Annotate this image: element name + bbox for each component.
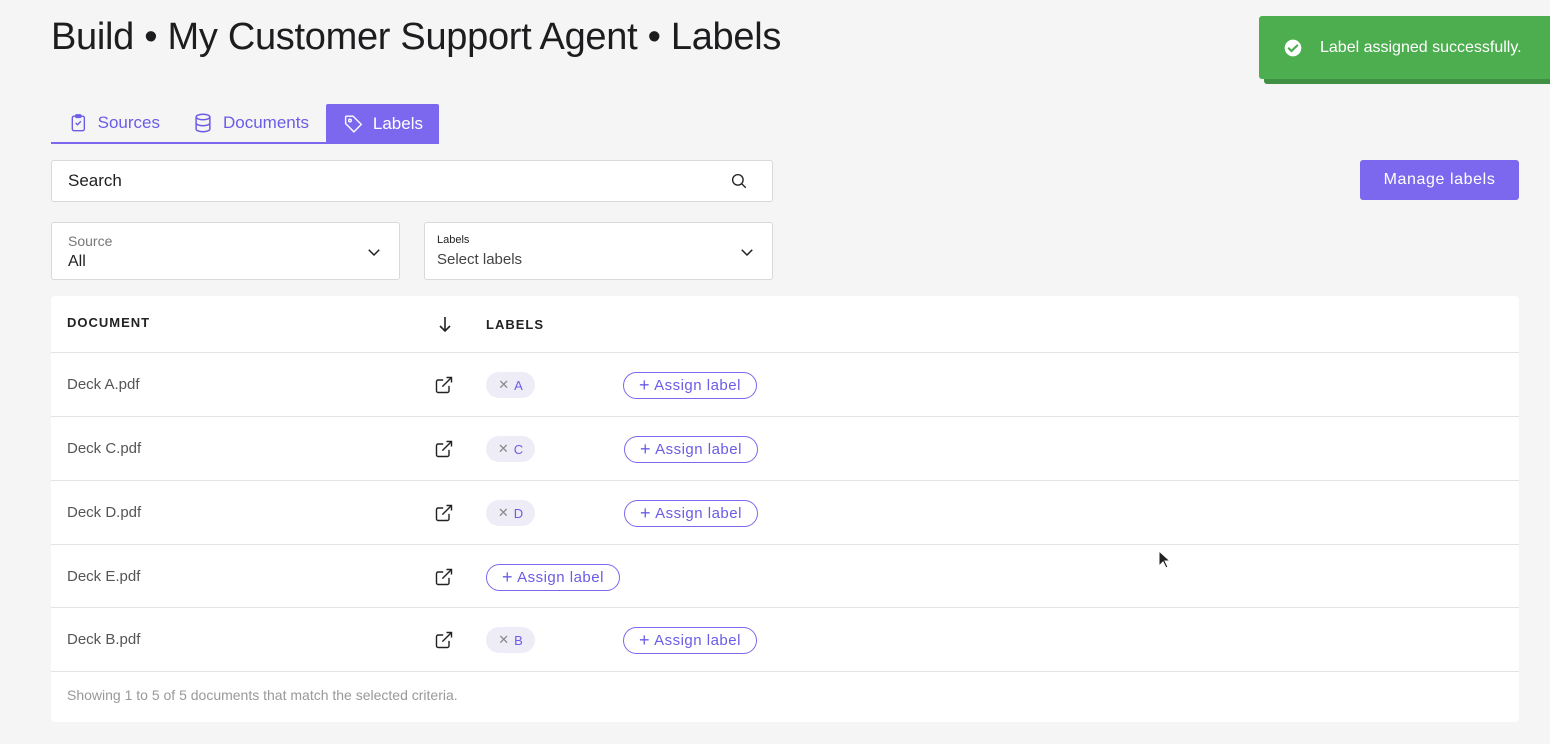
labels-select-value: Select labels [437, 251, 523, 268]
assign-label-text: Assign label [655, 441, 742, 458]
remove-label-icon[interactable]: ✕ [498, 377, 509, 393]
table-row: Deck B.pdf ✕ B + Assign label [51, 608, 1519, 672]
success-toast[interactable]: Label assigned successfully. [1259, 16, 1550, 79]
table-footer: Showing 1 to 5 of 5 documents that match… [67, 687, 458, 703]
assign-label-button[interactable]: + Assign label [486, 564, 620, 591]
source-select-label: Source [68, 233, 113, 249]
tab-sources-label: Sources [97, 113, 160, 132]
plus-icon: + [639, 374, 651, 395]
labels-select-label: Labels [437, 234, 470, 246]
chevron-down-icon [368, 249, 380, 257]
assign-label-button[interactable]: + Assign label [624, 436, 758, 463]
assign-label-button[interactable]: + Assign label [624, 500, 758, 527]
database-icon [195, 113, 211, 133]
page: Build • My Customer Support Agent • Labe… [0, 0, 1550, 744]
remove-label-icon[interactable]: ✕ [498, 632, 509, 648]
label-chip-text: A [514, 377, 523, 393]
document-name: Deck C.pdf [67, 440, 142, 457]
tab-labels-label: Labels [372, 114, 423, 133]
tab-bar: Sources Documents Labels [51, 104, 439, 144]
check-circle-icon [1284, 39, 1302, 56]
labels-select[interactable]: Labels Select labels [424, 222, 773, 280]
tab-documents-label: Documents [223, 113, 309, 132]
table-row: Deck D.pdf ✕ D + Assign label [51, 481, 1519, 545]
manage-labels-button[interactable]: Manage labels [1360, 160, 1519, 200]
plus-icon: + [640, 438, 652, 459]
remove-label-icon[interactable]: ✕ [498, 441, 509, 457]
label-chip-text: D [513, 505, 524, 521]
tab-documents[interactable]: Documents [176, 104, 326, 142]
label-chip: ✕ C [486, 436, 535, 462]
search-box [51, 160, 773, 202]
external-link-icon[interactable] [434, 630, 454, 650]
search-icon[interactable] [730, 172, 748, 190]
plus-icon: + [639, 629, 651, 650]
document-name: Deck D.pdf [67, 504, 142, 521]
clipboard-icon [71, 114, 86, 132]
column-header-labels: LABELS [486, 317, 544, 332]
assign-label-text: Assign label [655, 505, 742, 522]
external-link-icon[interactable] [434, 375, 454, 395]
column-header-document: DOCUMENT [67, 315, 151, 330]
assign-label-button[interactable]: + Assign label [623, 627, 757, 654]
tab-labels[interactable]: Labels [326, 104, 439, 144]
external-link-icon[interactable] [434, 567, 454, 587]
assign-label-button[interactable]: + Assign label [623, 372, 757, 399]
table-row: Deck E.pdf + Assign label [51, 545, 1519, 608]
table-row: Deck A.pdf ✕ A + Assign label [51, 353, 1519, 417]
label-chip: ✕ D [486, 500, 535, 526]
plus-icon: + [640, 502, 652, 523]
document-name: Deck E.pdf [67, 568, 141, 585]
chevron-down-icon [741, 249, 753, 257]
tag-icon [344, 115, 363, 133]
assign-label-text: Assign label [654, 377, 741, 394]
tab-sources[interactable]: Sources [51, 104, 176, 142]
document-name: Deck B.pdf [67, 631, 141, 648]
documents-table: DOCUMENT LABELS Deck A.pdf ✕ A + Assign … [51, 296, 1519, 722]
source-select-value: All [68, 253, 86, 270]
label-chip-text: B [514, 632, 523, 648]
source-select[interactable]: Source All [51, 222, 400, 280]
assign-label-text: Assign label [654, 632, 741, 649]
label-chip: ✕ B [486, 627, 535, 653]
label-chip: ✕ A [486, 372, 535, 398]
assign-label-text: Assign label [517, 569, 604, 586]
external-link-icon[interactable] [434, 503, 454, 523]
page-title: Build • My Customer Support Agent • Labe… [51, 16, 782, 58]
remove-label-icon[interactable]: ✕ [498, 505, 509, 521]
label-chip-text: C [513, 441, 524, 457]
arrow-down-icon[interactable] [437, 315, 453, 333]
external-link-icon[interactable] [434, 439, 454, 459]
table-row: Deck C.pdf ✕ C + Assign label [51, 417, 1519, 481]
mouse-cursor-icon [1158, 550, 1172, 569]
document-name: Deck A.pdf [67, 376, 140, 393]
search-input[interactable] [68, 171, 730, 191]
table-header: DOCUMENT LABELS [51, 296, 1519, 353]
plus-icon: + [502, 566, 514, 587]
toast-message: Label assigned successfully. [1320, 38, 1522, 56]
